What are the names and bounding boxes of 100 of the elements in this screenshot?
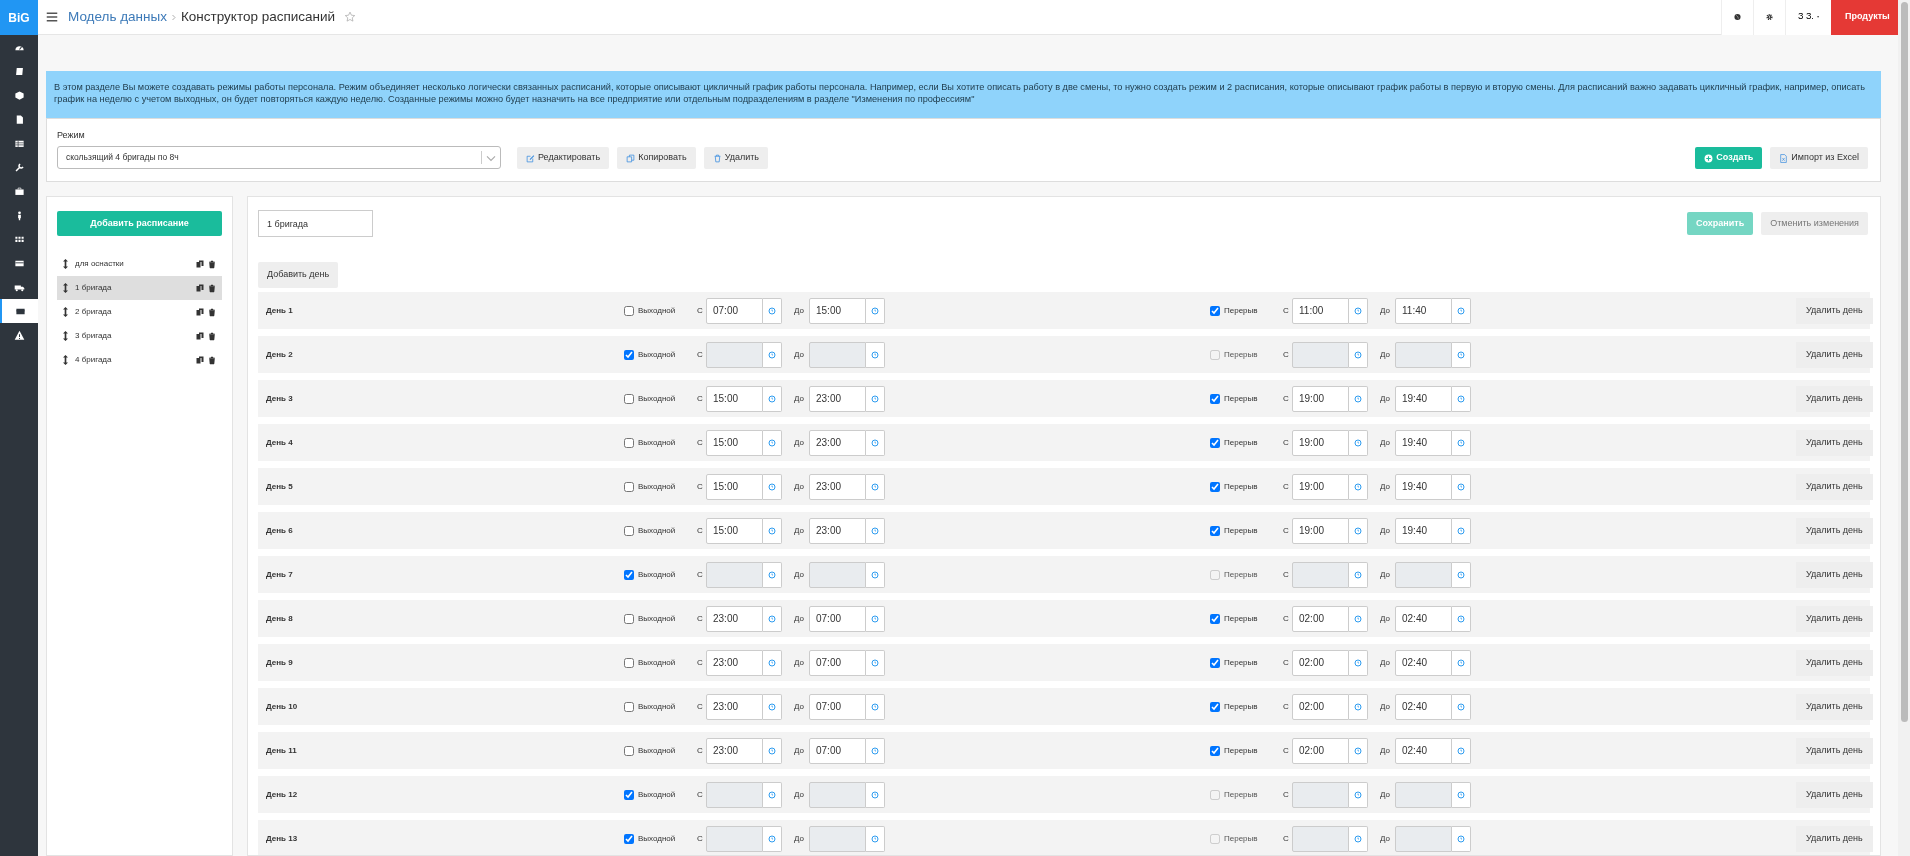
break-checkbox[interactable] [1210, 657, 1220, 668]
time-picker-button[interactable] [1349, 561, 1368, 588]
delete-day-button[interactable]: Удалить день [1796, 649, 1873, 676]
day-off-checkbox[interactable] [624, 349, 634, 360]
sidebar-item[interactable] [0, 299, 38, 323]
day-off-checkbox[interactable] [624, 437, 634, 448]
time-picker-button[interactable] [866, 517, 885, 544]
edit-button[interactable]: Редактировать [517, 147, 610, 169]
time-field[interactable]: 23:00 [706, 693, 763, 720]
time-picker-button[interactable] [866, 561, 885, 588]
breadcrumb-link[interactable]: Модель данных [68, 6, 167, 28]
time-field[interactable]: 19:00 [1292, 517, 1349, 544]
time-picker-button[interactable] [1452, 825, 1471, 852]
time-field[interactable]: 15:00 [809, 297, 866, 324]
time-field[interactable]: 02:40 [1395, 737, 1452, 764]
time-field[interactable]: 11:40 [1395, 297, 1452, 324]
delete-day-button[interactable]: Удалить день [1796, 825, 1873, 852]
time-field[interactable]: 23:00 [809, 429, 866, 456]
time-picker-button[interactable] [1349, 517, 1368, 544]
time-picker-button[interactable] [866, 429, 885, 456]
time-field[interactable]: 19:40 [1395, 385, 1452, 412]
time-picker-button[interactable] [1452, 473, 1471, 500]
time-picker-button[interactable] [1349, 341, 1368, 368]
break-checkbox[interactable] [1210, 745, 1220, 756]
time-picker-button[interactable] [866, 649, 885, 676]
products-button[interactable]: Продукты [1831, 0, 1898, 35]
day-off-checkbox[interactable] [624, 305, 634, 316]
time-picker-button[interactable] [763, 429, 782, 456]
add-day-button[interactable]: Добавить день [258, 262, 339, 288]
cancel-button[interactable]: Отменить изменения [1761, 212, 1868, 235]
delete-day-button[interactable]: Удалить день [1796, 737, 1873, 764]
time-picker-button[interactable] [866, 693, 885, 720]
time-picker-button[interactable] [1452, 693, 1471, 720]
time-picker-button[interactable] [1452, 649, 1471, 676]
time-picker-button[interactable] [763, 297, 782, 324]
import-button[interactable]: Импорт из Excel [1770, 147, 1868, 169]
schedule-item[interactable]: 4 бригада [57, 348, 222, 372]
break-checkbox[interactable] [1210, 437, 1220, 448]
time-picker-button[interactable] [1349, 649, 1368, 676]
time-picker-button[interactable] [866, 297, 885, 324]
time-picker-button[interactable] [866, 737, 885, 764]
time-picker-button[interactable] [763, 385, 782, 412]
time-field[interactable]: 07:00 [706, 297, 763, 324]
delete-day-button[interactable]: Удалить день [1796, 605, 1873, 632]
time-picker-button[interactable] [763, 561, 782, 588]
time-field[interactable]: 23:00 [809, 473, 866, 500]
time-picker-button[interactable] [866, 605, 885, 632]
time-picker-button[interactable] [763, 517, 782, 544]
star-icon[interactable] [344, 11, 357, 23]
time-picker-button[interactable] [866, 825, 885, 852]
time-field[interactable]: 19:40 [1395, 429, 1452, 456]
time-field[interactable]: 02:00 [1292, 737, 1349, 764]
language-button[interactable] [1721, 0, 1753, 35]
time-picker-button[interactable] [763, 737, 782, 764]
time-picker-button[interactable] [763, 825, 782, 852]
time-field[interactable]: 19:40 [1395, 517, 1452, 544]
day-off-checkbox[interactable] [624, 789, 634, 800]
copy-button[interactable]: Копировать [617, 147, 696, 169]
delete-day-button[interactable]: Удалить день [1796, 429, 1873, 456]
delete-day-button[interactable]: Удалить день [1796, 781, 1873, 808]
break-checkbox[interactable] [1210, 305, 1220, 316]
day-off-checkbox[interactable] [624, 613, 634, 624]
time-picker-button[interactable] [866, 341, 885, 368]
time-picker-button[interactable] [1349, 297, 1368, 324]
time-field[interactable]: 02:40 [1395, 693, 1452, 720]
time-picker-button[interactable] [1452, 385, 1471, 412]
day-off-checkbox[interactable] [624, 569, 634, 580]
time-picker-button[interactable] [1349, 781, 1368, 808]
schedule-item[interactable]: 2 бригада [57, 300, 222, 324]
time-picker-button[interactable] [1452, 429, 1471, 456]
time-field[interactable]: 15:00 [706, 385, 763, 412]
time-picker-button[interactable] [1349, 737, 1368, 764]
time-picker-button[interactable] [763, 649, 782, 676]
time-field[interactable]: 19:00 [1292, 473, 1349, 500]
scrollbar[interactable] [1898, 0, 1910, 856]
time-picker-button[interactable] [1452, 781, 1471, 808]
time-picker-button[interactable] [1452, 341, 1471, 368]
time-picker-button[interactable] [763, 473, 782, 500]
delete-day-button[interactable]: Удалить день [1796, 517, 1873, 544]
time-picker-button[interactable] [1452, 517, 1471, 544]
break-checkbox[interactable] [1210, 525, 1220, 536]
time-field[interactable]: 23:00 [706, 737, 763, 764]
time-picker-button[interactable] [1452, 737, 1471, 764]
time-field[interactable]: 23:00 [809, 517, 866, 544]
break-checkbox[interactable] [1210, 701, 1220, 712]
time-field[interactable]: 02:00 [1292, 649, 1349, 676]
time-field[interactable]: 07:00 [809, 605, 866, 632]
schedule-item[interactable]: для оснастки [57, 252, 222, 276]
delete-day-button[interactable]: Удалить день [1796, 473, 1873, 500]
day-off-checkbox[interactable] [624, 833, 634, 844]
time-picker-button[interactable] [1349, 693, 1368, 720]
delete-day-button[interactable]: Удалить день [1796, 693, 1873, 720]
day-off-checkbox[interactable] [624, 701, 634, 712]
delete-day-button[interactable]: Удалить день [1796, 385, 1873, 412]
time-picker-button[interactable] [866, 781, 885, 808]
break-checkbox[interactable] [1210, 613, 1220, 624]
time-field[interactable]: 23:00 [706, 605, 763, 632]
time-picker-button[interactable] [866, 385, 885, 412]
time-picker-button[interactable] [1349, 605, 1368, 632]
time-picker-button[interactable] [1349, 825, 1368, 852]
